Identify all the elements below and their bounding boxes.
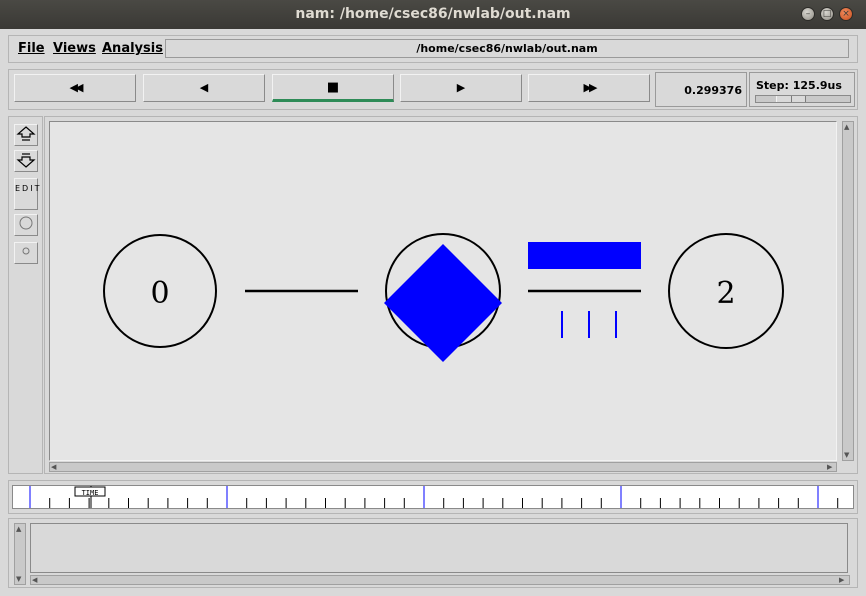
back-icon: ◀ [199,81,209,94]
queue-block [528,242,641,269]
edit-button[interactable]: EDIT [14,178,39,210]
timeline-panel: TIME [8,480,858,514]
menu-file[interactable]: File [18,41,45,56]
tool-column: EDIT [8,116,43,474]
zoom-out-icon [16,153,36,168]
scroll-left-icon[interactable]: ◀ [51,463,56,471]
scroll-up-icon[interactable]: ▲ [844,123,849,131]
play-button[interactable]: ▶ [400,74,522,102]
rewind-icon: ◀◀ [69,81,84,94]
time-marker-label[interactable]: TIME [82,489,99,497]
file-path-display: /home/csec86/nwlab/out.nam [165,39,849,58]
step-label: Step: 125.9us [756,79,842,92]
annotation-scroll-up-icon[interactable]: ▲ [16,525,21,533]
timeline-slider[interactable]: TIME [12,485,854,509]
annotation-panel: ▲ ▼ ◀ ▶ [8,518,858,588]
close-icon[interactable]: × [839,7,853,21]
scroll-right-icon[interactable]: ▶ [827,463,832,471]
menu-analysis[interactable]: Analysis [102,41,163,56]
annotation-scroll-down-icon[interactable]: ▼ [16,575,21,583]
step-back-button[interactable]: ◀ [143,74,265,102]
fast-forward-button[interactable]: ▶▶ [528,74,650,102]
canvas-vertical-scrollbar[interactable]: ▲ ▼ [842,121,854,461]
fast-forward-icon: ▶▶ [583,81,598,94]
network-canvas[interactable]: 0 2 [49,121,837,461]
step-control: Step: 125.9us [749,72,855,107]
animation-panel: 0 2 ▲ ▼ ◀ ▶ [44,116,858,474]
packet-diamond [384,244,502,362]
large-circle-icon [19,216,33,230]
step-slider[interactable] [755,95,851,103]
node-0-label: 0 [150,276,169,311]
playback-controls: ◀◀ ◀ ■ ▶ ▶▶ 0.299376 Step: 125.9us [8,69,858,110]
menu-views[interactable]: Views [53,41,96,56]
node-2-label: 2 [716,276,735,311]
window-title: nam: /home/csec86/nwlab/out.nam [295,6,571,22]
stop-button[interactable]: ■ [272,74,394,102]
node-size-small-button[interactable] [14,242,38,264]
node-size-large-button[interactable] [14,214,38,236]
scroll-down-icon[interactable]: ▼ [844,451,849,459]
stop-icon: ■ [326,80,340,95]
annotation-vertical-scrollbar[interactable]: ▲ ▼ [14,523,26,585]
timeline-ticks: TIME [29,486,839,508]
zoom-out-button[interactable] [14,150,38,172]
canvas-horizontal-scrollbar[interactable]: ◀ ▶ [49,462,837,472]
annotation-text-area[interactable] [30,523,848,573]
step-slider-thumb[interactable] [776,96,806,102]
current-time-display: 0.299376 [655,72,747,107]
menu-bar: File Views Analysis /home/csec86/nwlab/o… [8,35,858,63]
annotation-scroll-right-icon[interactable]: ▶ [839,576,844,584]
play-icon: ▶ [456,81,466,94]
maximize-icon[interactable]: □ [820,7,834,21]
small-circle-icon [22,247,30,255]
annotation-horizontal-scrollbar[interactable]: ◀ ▶ [30,575,850,585]
topology-svg: 0 2 [103,233,784,362]
rewind-button[interactable]: ◀◀ [14,74,136,102]
annotation-scroll-left-icon[interactable]: ◀ [32,576,37,584]
zoom-in-button[interactable] [14,124,38,146]
minimize-icon[interactable]: – [801,7,815,21]
zoom-in-icon [16,126,36,141]
window-titlebar: nam: /home/csec86/nwlab/out.nam – □ × [0,0,866,29]
